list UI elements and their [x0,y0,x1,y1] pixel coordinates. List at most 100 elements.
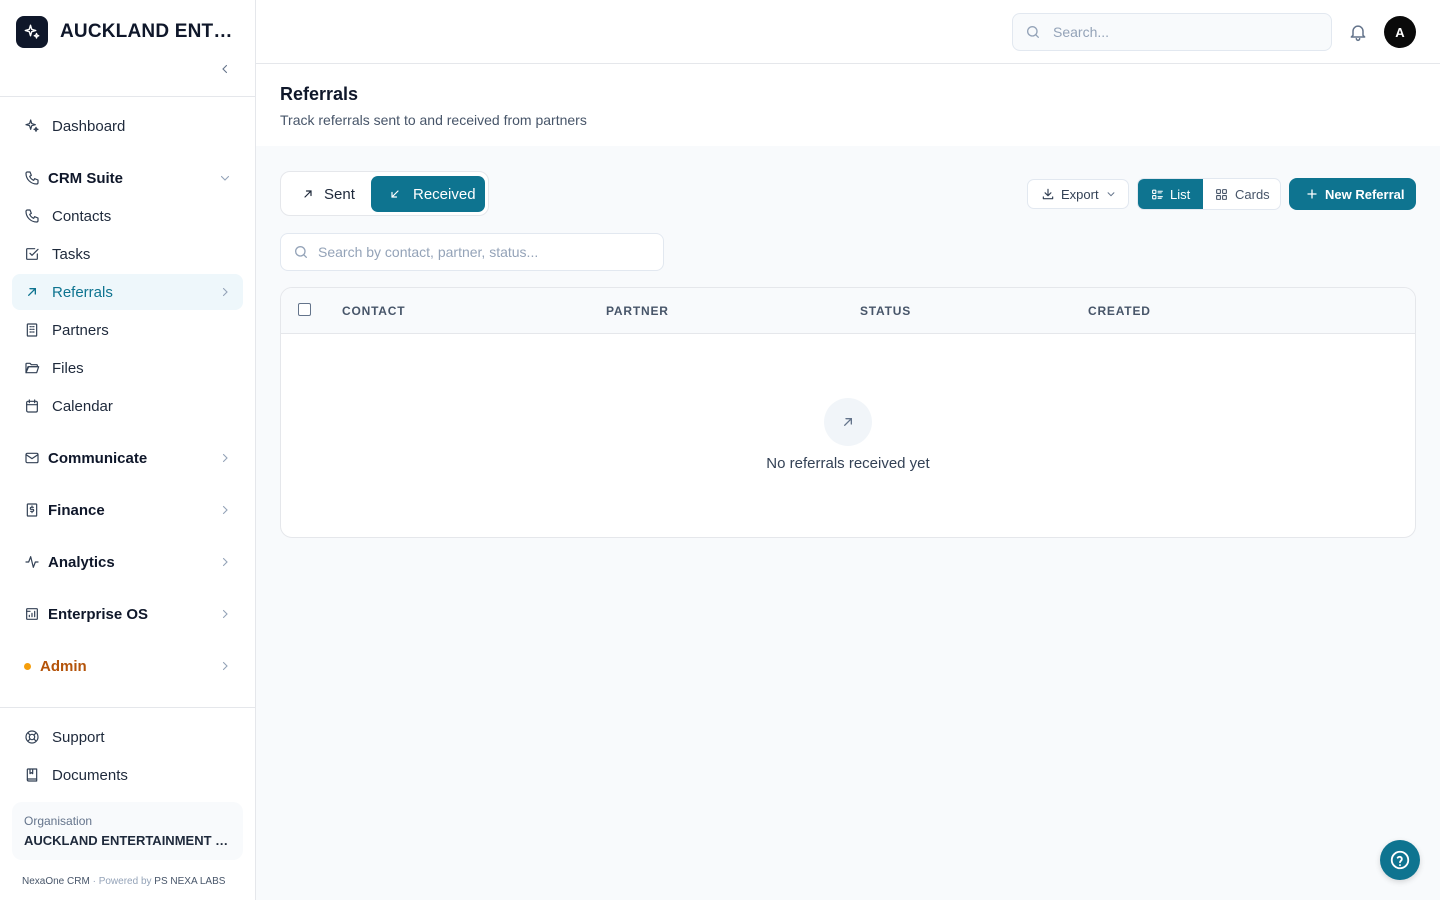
finance-icon [26,503,38,517]
grid-icon [1216,188,1227,200]
sidebar-group-analytics[interactable]: Analytics [12,544,243,580]
help-icon [1390,850,1410,870]
export-label: Export [1061,186,1099,202]
column-header-contact[interactable]: CONTACT [342,304,405,318]
sparkle-logo-icon [16,16,48,48]
product-name: NexaOne CRM [22,876,90,887]
sidebar-item-support[interactable]: Support [12,719,243,755]
sidebar-item-label: Files [52,359,84,377]
sidebar-item-label: Contacts [52,207,112,225]
sidebar-item-calendar[interactable]: Calendar [12,388,243,424]
column-header-partner[interactable]: PARTNER [606,304,669,318]
brand[interactable]: AUCKLAND ENTERPRISE [16,16,240,48]
sidebar-group-label: Finance [48,501,105,519]
sidebar-item-referrals[interactable]: Referrals [12,274,243,310]
sidebar-item-label: Tasks [52,245,91,263]
collapse-sidebar-button[interactable] [216,60,234,78]
sidebar-item-tasks[interactable]: Tasks [12,236,243,272]
tab-sent[interactable]: Sent [285,176,371,212]
sidebar-group-communicate[interactable]: Communicate [12,440,243,476]
sidebar-group-admin[interactable]: Admin [12,648,243,684]
view-list-label: List [1170,186,1191,202]
sidebar-item-label: Calendar [52,397,113,415]
phone-icon [25,171,39,185]
sidebar-group-label: Enterprise OS [48,605,149,623]
footer-separator: · [89,876,99,887]
organisation-name: AUCKLAND ENTERTAINMENT COMPANY [24,833,231,848]
organisation-label: Organisation [24,814,93,828]
brand-name: AUCKLAND ENTERPRISE [60,21,240,42]
sidebar-item-contacts[interactable]: Contacts [12,198,243,234]
sidebar-divider [0,707,255,708]
sidebar-item-dashboard[interactable]: Dashboard [12,108,243,144]
arrow-up-right-icon [844,418,852,426]
chevron-right-icon [222,505,228,515]
book-icon [26,768,38,782]
new-referral-button[interactable]: New Referral [1289,178,1416,210]
referrals-table: CONTACT PARTNER STATUS CREATED No referr… [280,287,1416,538]
powered-by-name: PS NEXA LABS [154,876,226,887]
page-title: Referrals [280,84,359,104]
sidebar-item-partners[interactable]: Partners [12,312,243,348]
table-header: CONTACT PARTNER STATUS CREATED [281,288,1415,334]
sidebar: AUCKLAND ENTERPRISE Dashboard CRM Suite … [0,0,256,900]
tab-received[interactable]: Received [371,176,485,212]
sidebar-divider [0,96,255,97]
view-list-button[interactable]: List [1138,179,1203,209]
avatar[interactable]: A [1384,16,1416,48]
chevron-down-icon [220,175,230,181]
building-icon [26,323,38,337]
sidebar-group-label: Communicate [48,449,148,467]
sidebar-group-finance[interactable]: Finance [12,492,243,528]
view-cards-button[interactable]: Cards [1203,179,1281,209]
plus-icon [1307,189,1317,199]
arrow-up-right-icon [27,288,36,296]
sidebar-item-files[interactable]: Files [12,350,243,386]
global-search-input[interactable] [1053,24,1303,40]
chevron-right-icon [222,557,228,567]
admin-status-dot [24,663,31,670]
tab-sent-label: Sent [324,185,355,203]
export-button[interactable]: Export [1027,179,1129,209]
column-header-status[interactable]: STATUS [860,304,911,318]
activity-icon [25,556,39,568]
empty-state-icon [824,398,872,446]
help-button[interactable] [1380,840,1420,880]
bell-icon[interactable] [1348,22,1368,42]
view-cards-label: Cards [1235,186,1270,202]
search-icon [295,246,307,258]
page-header: Referrals Track referrals sent to and re… [256,64,1440,146]
enterprise-icon [26,608,38,620]
organisation-card[interactable]: Organisation AUCKLAND ENTERTAINMENT COMP… [12,802,243,860]
sidebar-item-documents[interactable]: Documents [12,757,243,793]
view-toggle: List Cards [1137,178,1281,210]
column-header-created[interactable]: CREATED [1088,304,1151,318]
list-icon [1152,189,1163,199]
sparkle-icon [25,119,39,132]
referral-search[interactable] [280,233,664,271]
page-subtitle: Track referrals sent to and received fro… [280,112,587,128]
arrow-up-right-icon [304,190,312,198]
sidebar-item-label: Support [52,728,105,746]
global-search[interactable] [1012,13,1332,51]
chevron-left-icon [222,64,228,74]
top-bar: A [256,0,1440,64]
phone-icon [25,209,39,223]
sidebar-group-enterprise-os[interactable]: Enterprise OS [12,596,243,632]
referral-search-input[interactable] [318,244,648,260]
sidebar-group-crm-suite[interactable]: CRM Suite [12,160,243,196]
chevron-right-icon [222,287,228,297]
sidebar-item-label: Partners [52,321,109,339]
tab-received-label: Received [413,185,476,203]
powered-by-prefix: Powered by [98,876,155,887]
chevron-right-icon [222,661,228,671]
new-referral-label: New Referral [1325,186,1405,202]
sidebar-group-label: CRM Suite [48,169,123,187]
sidebar-item-label: Dashboard [52,117,126,135]
select-all-checkbox[interactable] [298,303,311,316]
lifebuoy-icon [25,730,39,744]
chevron-right-icon [222,453,228,463]
sidebar-footer: NexaOne CRM · Powered by PS NEXA LABS [22,876,225,887]
sidebar-item-label: Referrals [52,283,113,301]
chevron-down-icon [1107,192,1114,197]
